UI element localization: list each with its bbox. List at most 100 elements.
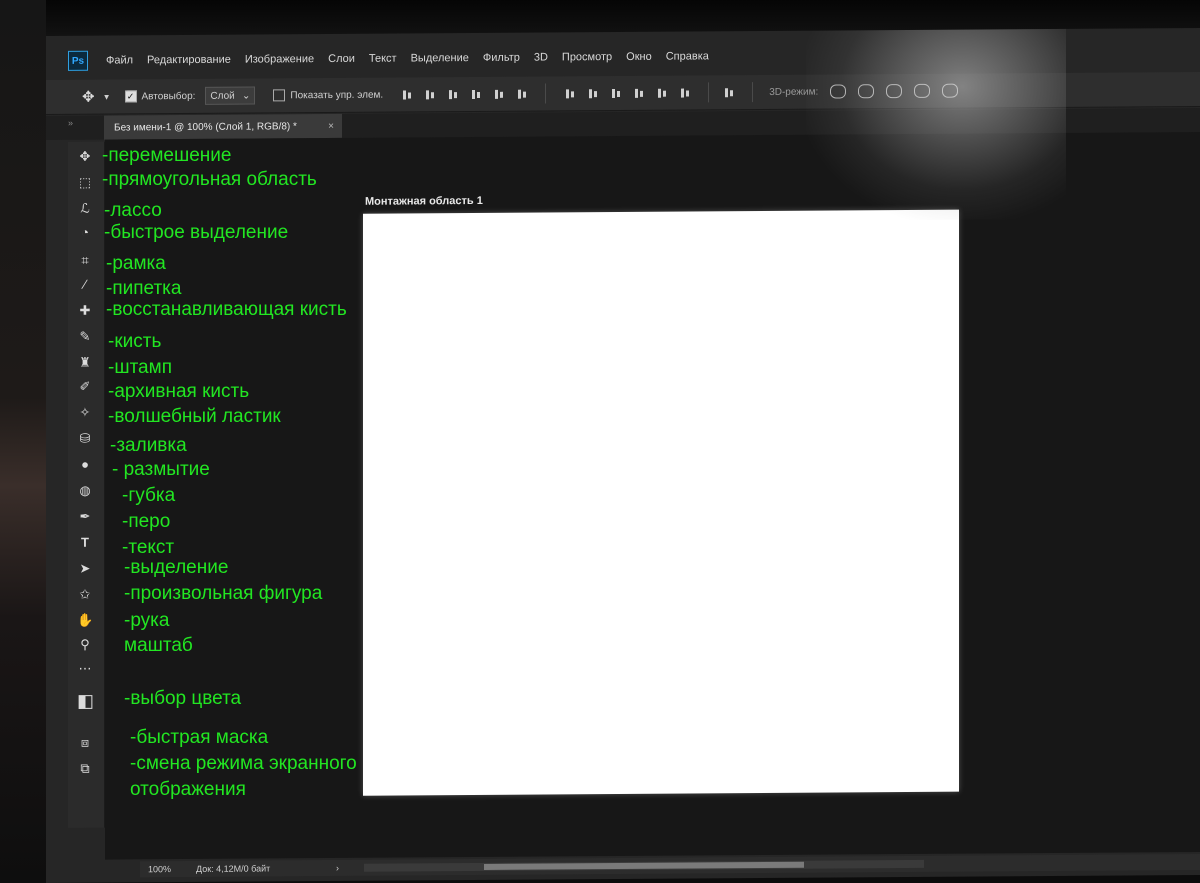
annotation-quick-mask: -быстрая маска (130, 727, 269, 748)
document-info: Док: 4,12M/0 байт (196, 863, 271, 874)
menu-type[interactable]: Текст (369, 53, 397, 65)
hand-icon[interactable]: ✋ (77, 613, 93, 628)
annotation-brush: -кисть (108, 331, 162, 352)
align-top-icon[interactable] (401, 88, 414, 101)
move-tool-preset-icon[interactable]: ✥ (82, 88, 95, 106)
rect-marquee-icon[interactable]: ⬚ (77, 175, 93, 190)
healing-brush-icon[interactable]: ✚ (77, 303, 93, 318)
annotation-rect-marquee: -прямоугольная область (102, 169, 317, 190)
autoselect-label: Автовыбор: (141, 90, 196, 102)
path-selection-icon[interactable]: ➤ (77, 561, 93, 576)
annotation-healing-brush: -восстанавливающая кисть (106, 299, 347, 320)
blur-icon[interactable]: ● (77, 457, 93, 472)
annotation-sponge: -губка (122, 485, 176, 506)
zoom-level[interactable]: 100% (148, 864, 196, 874)
menu-image[interactable]: Изображение (245, 53, 314, 65)
autoselect-value: Слой (210, 90, 235, 102)
distribute-hcenter-icon[interactable] (656, 86, 669, 99)
3d-camera-icon[interactable] (942, 83, 959, 98)
photo-left-edge (0, 0, 46, 883)
menu-help[interactable]: Справка (666, 50, 709, 62)
menu-select[interactable]: Выделение (411, 52, 469, 64)
quick-mask-icon[interactable]: ⧈ (77, 735, 93, 750)
more-icon[interactable]: ⋯ (77, 661, 93, 676)
align-hcenter-icon[interactable] (493, 87, 506, 100)
distribute-left-icon[interactable] (633, 86, 646, 99)
show-controls-label: Показать упр. элем. (290, 89, 384, 101)
menu-window[interactable]: Окно (626, 51, 652, 63)
align-left-icon[interactable] (470, 87, 483, 100)
brush-icon[interactable]: ✎ (77, 329, 93, 344)
autoselect-dropdown[interactable]: Слой ⌄ (205, 86, 256, 105)
annotation-color-picker: -выбор цвета (124, 688, 242, 709)
annotation-pen: -перо (122, 511, 171, 532)
artboard-label[interactable]: Монтажная область 1 (365, 195, 483, 208)
divider (545, 83, 547, 104)
custom-shape-icon[interactable]: ✩ (77, 587, 93, 602)
lasso-icon[interactable]: ℒ (77, 201, 93, 216)
annotation-history-brush: -архивная кисть (108, 381, 250, 402)
annotation-quick-selection: -быстрое выделение (104, 222, 289, 243)
annotation-stamp: -штамп (108, 357, 172, 378)
move-icon[interactable]: ✥ (77, 149, 93, 164)
align-vcenter-icon[interactable] (424, 88, 437, 101)
artboard-canvas[interactable] (363, 209, 959, 796)
annotation-lasso: -лассо (104, 200, 162, 221)
type-icon[interactable]: T (77, 535, 93, 550)
chevron-down-icon: ⌄ (242, 90, 251, 102)
status-menu-arrow-icon[interactable]: › (336, 863, 356, 873)
horizontal-scrollbar[interactable] (364, 859, 924, 872)
sponge-icon[interactable]: ◍ (77, 483, 93, 498)
distribute-buttons-group (564, 86, 692, 100)
collapse-panel-icon[interactable]: » (68, 118, 73, 128)
photoshop-logo-icon[interactable]: Ps (68, 50, 88, 71)
menu-file[interactable]: Файл (106, 54, 133, 66)
3d-roll-icon[interactable] (858, 84, 875, 99)
zoom-icon[interactable]: ⚲ (77, 637, 93, 652)
crop-icon[interactable]: ⌗ (77, 253, 93, 268)
menu-bar: Ps Файл Редактирование Изображение Слои … (46, 38, 1200, 76)
3d-orbit-icon[interactable] (830, 84, 847, 99)
eyedropper-icon[interactable]: ⁄ (77, 277, 93, 292)
screen-mode-icon[interactable]: ⧉ (77, 761, 93, 776)
history-brush-icon[interactable]: ✐ (77, 379, 93, 394)
menu-filter[interactable]: Фильтр (483, 52, 520, 64)
document-tab[interactable]: Без имени-1 @ 100% (Слой 1, RGB/8) * × (104, 113, 342, 140)
show-controls-checkbox[interactable] (273, 89, 286, 102)
distribute-bottom-icon[interactable] (610, 86, 623, 99)
autoselect-checkbox[interactable]: ✓ (124, 90, 137, 103)
align-bottom-icon[interactable] (447, 88, 460, 101)
distribute-right-icon[interactable] (679, 86, 692, 99)
quick-selection-icon[interactable]: ◔ (77, 225, 93, 240)
magic-eraser-icon[interactable]: ✧ (77, 405, 93, 420)
menu-edit[interactable]: Редактирование (147, 54, 231, 67)
annotation-type: -текст (122, 537, 175, 558)
annotation-hand: -рука (124, 610, 170, 631)
auto-align-icon[interactable] (723, 86, 736, 99)
scrollbar-thumb[interactable] (484, 861, 804, 870)
chevron-down-icon[interactable]: ▼ (103, 92, 111, 101)
annotation-eyedropper: -пипетка (106, 278, 182, 299)
distribute-top-icon[interactable] (564, 87, 577, 100)
annotation-path-selection: -выделение (124, 557, 229, 578)
menu-layers[interactable]: Слои (328, 53, 355, 65)
align-right-icon[interactable] (516, 87, 529, 100)
divider (752, 82, 754, 103)
3d-slide-icon[interactable] (914, 83, 931, 98)
annotation-move: -перемешение (102, 145, 232, 166)
document-tab-title: Без имени-1 @ 100% (Слой 1, RGB/8) * (114, 120, 297, 134)
3d-mode-label: 3D-режим: (769, 86, 819, 98)
annotation-blur: - размытие (112, 459, 210, 480)
close-icon[interactable]: × (328, 120, 334, 131)
color-swatch-icon[interactable]: ◧ (77, 691, 94, 711)
menu-3d[interactable]: 3D (534, 51, 548, 63)
divider (708, 82, 710, 103)
distribute-vcenter-icon[interactable] (587, 87, 600, 100)
menu-view[interactable]: Просмотр (562, 51, 612, 63)
3d-pan-icon[interactable] (886, 84, 903, 99)
annotation-custom-shape: -произвольная фигура (124, 583, 323, 604)
annotation-screen-mode-cont: отображения (130, 779, 246, 800)
stamp-icon[interactable]: ♜ (77, 355, 93, 370)
pen-icon[interactable]: ✒ (77, 509, 93, 524)
paint-bucket-icon[interactable]: ⛁ (77, 431, 93, 446)
